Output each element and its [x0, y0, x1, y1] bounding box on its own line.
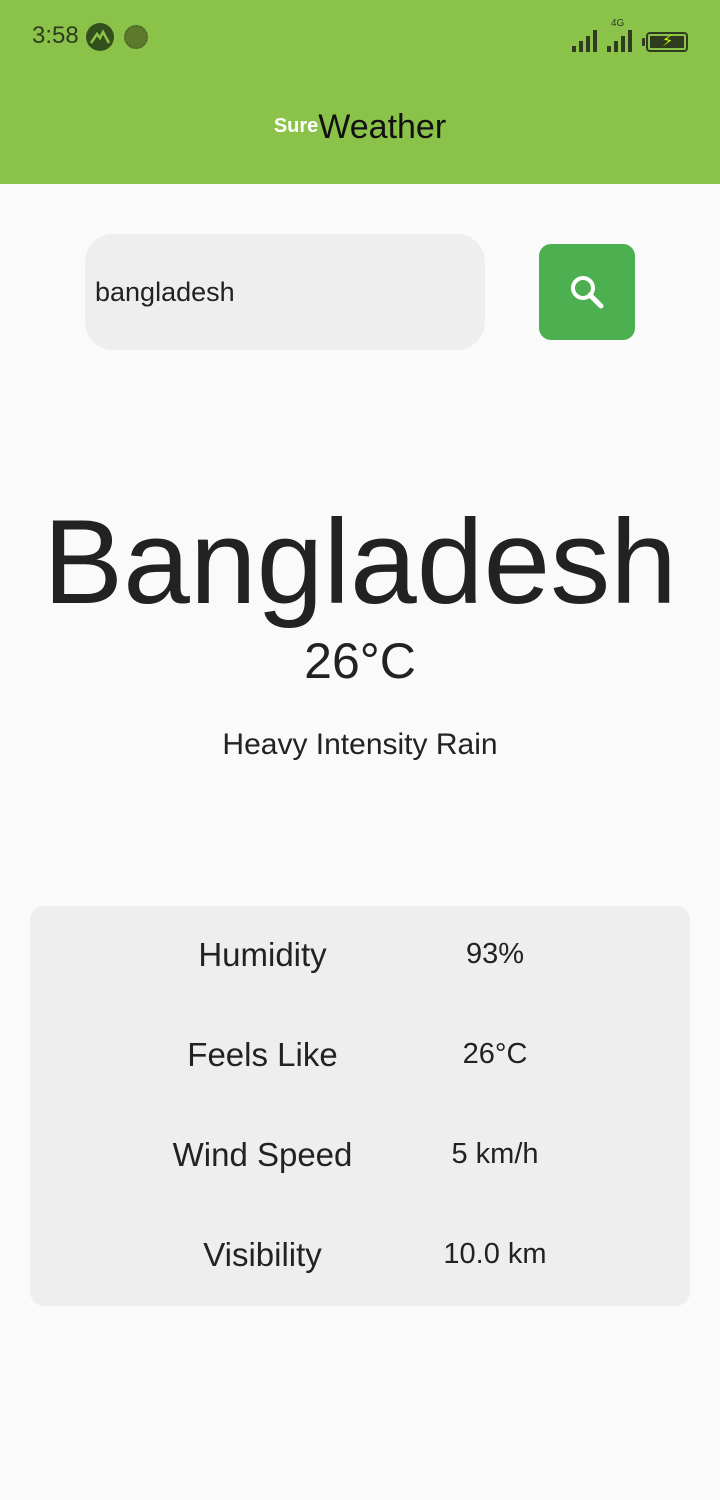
detail-value: 5 km/h [451, 1138, 539, 1170]
search-input[interactable] [85, 234, 485, 350]
search-button[interactable] [539, 244, 635, 340]
detail-label: Humidity [198, 936, 327, 973]
detail-row-visibility: Visibility 10.0 km [30, 1206, 690, 1306]
detail-row-wind-speed: Wind Speed 5 km/h [30, 1106, 690, 1206]
app-title-main: Weather [318, 108, 447, 146]
detail-value: 10.0 km [443, 1238, 547, 1270]
detail-value: 93% [465, 938, 525, 970]
app-bar: 3:58 4G ⚡ SureWeather [0, 0, 720, 184]
mountain-app-icon [86, 23, 114, 51]
app-title-prefix: Sure [273, 115, 319, 137]
weather-condition: Heavy Intensity Rain [222, 728, 498, 761]
detail-label: Feels Like [187, 1036, 338, 1073]
detail-row-feels-like: Feels Like 26°C [30, 1006, 690, 1106]
detail-label: Visibility [203, 1236, 322, 1273]
current-temperature: 26°C [304, 633, 416, 689]
detail-label: Wind Speed [172, 1136, 353, 1173]
signal-4g-icon: 4G [607, 18, 632, 52]
city-name: Bangladesh [43, 495, 677, 629]
signal-icon [572, 28, 597, 52]
search-icon [571, 276, 604, 309]
detail-row-humidity: Humidity 93% [30, 906, 690, 1006]
detail-value: 26°C [462, 1038, 528, 1070]
status-indicators: 4G ⚡ [572, 18, 688, 52]
sun-app-icon [124, 25, 148, 49]
battery-charging-icon: ⚡ [642, 32, 688, 52]
weather-details-card: Humidity 93% Feels Like 26°C Wind Speed … [30, 906, 690, 1306]
app-title: SureWeather [0, 108, 720, 147]
network-type-label: 4G [611, 18, 625, 29]
status-time: 3:58 [32, 22, 79, 49]
